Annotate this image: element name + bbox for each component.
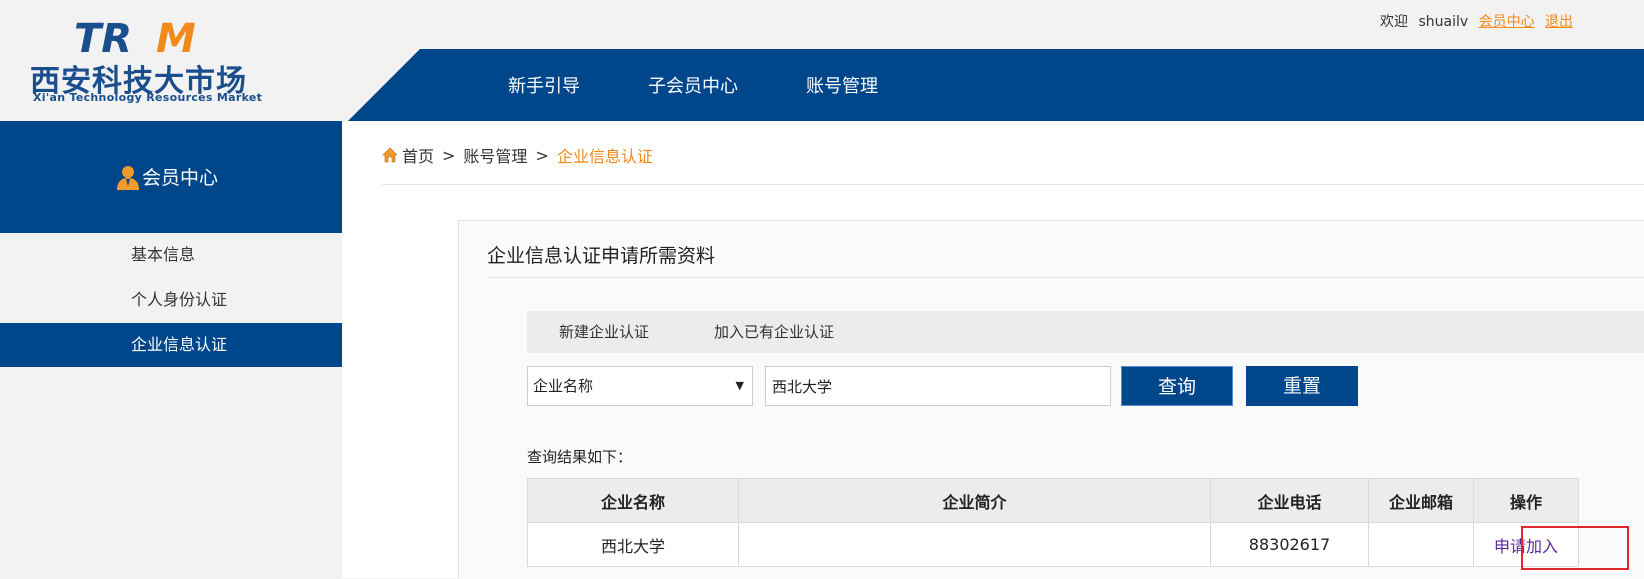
site-header: TR M 西安科技大市场 Xi'an Technology Resources … [0, 0, 1644, 121]
apply-join-link[interactable]: 申请加入 [1494, 537, 1558, 556]
column-header-email: 企业邮箱 [1368, 478, 1474, 523]
dropdown-arrow-icon: ▼ [735, 379, 744, 392]
reset-button[interactable]: 重置 [1246, 366, 1358, 406]
breadcrumb-divider [382, 184, 1644, 185]
panel-title: 企业信息认证申请所需资料 [487, 245, 716, 267]
sidebar-item-label: 企业信息认证 [131, 335, 228, 354]
column-header-intro: 企业简介 [738, 478, 1211, 523]
tab-new-enterprise-auth[interactable]: 新建企业认证 [559, 311, 649, 353]
welcome-text: 欢迎 [1380, 14, 1408, 30]
column-header-phone: 企业电话 [1210, 478, 1369, 523]
member-icon [117, 165, 139, 190]
auth-tabs: 新建企业认证 加入已有企业认证 [527, 311, 1644, 353]
sidebar-header: 会员中心 [0, 121, 342, 233]
user-bar: 欢迎 shuailv 会员中心 退出 [1380, 11, 1579, 31]
tab-join-existing-enterprise[interactable]: 加入已有企业认证 [714, 311, 834, 353]
enterprise-auth-panel: 企业信息认证申请所需资料 新建企业认证 加入已有企业认证 企业名称 ▼ 查询 重… [458, 220, 1644, 579]
search-field-value: 企业名称 [533, 377, 594, 395]
column-header-action: 操作 [1473, 478, 1579, 523]
search-field-select[interactable]: 企业名称 ▼ [527, 366, 753, 406]
breadcrumb-home[interactable]: 首页 [402, 143, 434, 167]
member-center-link[interactable]: 会员中心 [1479, 14, 1535, 30]
breadcrumb-separator: > [535, 145, 549, 165]
sidebar-title-label: 会员中心 [142, 167, 219, 189]
cell-enterprise-email [1368, 522, 1474, 567]
nav-item-beginner-guide[interactable]: 新手引导 [508, 72, 580, 98]
table-header-row: 企业名称 企业简介 企业电话 企业邮箱 操作 [527, 478, 1579, 523]
cell-enterprise-name: 西北大学 [527, 522, 739, 567]
result-table: 企业名称 企业简介 企业电话 企业邮箱 操作 西北大学 88302617 申请加… [527, 478, 1579, 567]
nav-item-account-management[interactable]: 账号管理 [806, 72, 878, 98]
breadcrumb-separator: > [442, 145, 456, 165]
search-input[interactable] [765, 366, 1111, 406]
result-label: 查询结果如下： [527, 448, 633, 466]
cell-enterprise-intro [738, 522, 1211, 567]
table-row: 西北大学 88302617 申请加入 [527, 522, 1579, 567]
sidebar-item-enterprise-auth[interactable]: 企业信息认证 [0, 323, 342, 367]
sidebar: 会员中心 基本信息 个人身份认证 企业信息认证 [0, 121, 342, 578]
sidebar-item-personal-auth[interactable]: 个人身份认证 [0, 278, 342, 322]
nav-item-sub-member-center[interactable]: 子会员中心 [648, 72, 738, 98]
sidebar-item-basic-info[interactable]: 基本信息 [0, 233, 342, 277]
home-icon [382, 147, 398, 163]
cell-enterprise-phone: 88302617 [1210, 522, 1369, 567]
breadcrumb: 首页 > 账号管理 > 企业信息认证 [382, 143, 653, 167]
sidebar-item-label: 个人身份认证 [131, 290, 228, 309]
breadcrumb-account-management[interactable]: 账号管理 [463, 143, 527, 167]
username: shuailv [1418, 14, 1469, 30]
main-nav: 新手引导 子会员中心 账号管理 [0, 49, 1644, 121]
main-content: 首页 > 账号管理 > 企业信息认证 企业信息认证申请所需资料 新建企业认证 加… [342, 121, 1644, 579]
query-button[interactable]: 查询 [1121, 366, 1233, 406]
logout-link[interactable]: 退出 [1545, 14, 1573, 30]
sidebar-title: 会员中心 [116, 163, 218, 190]
sidebar-item-label: 基本信息 [131, 245, 196, 264]
panel-divider [487, 277, 1644, 278]
breadcrumb-current: 企业信息认证 [556, 147, 653, 166]
column-header-name: 企业名称 [527, 478, 739, 523]
cell-action: 申请加入 [1473, 522, 1579, 567]
